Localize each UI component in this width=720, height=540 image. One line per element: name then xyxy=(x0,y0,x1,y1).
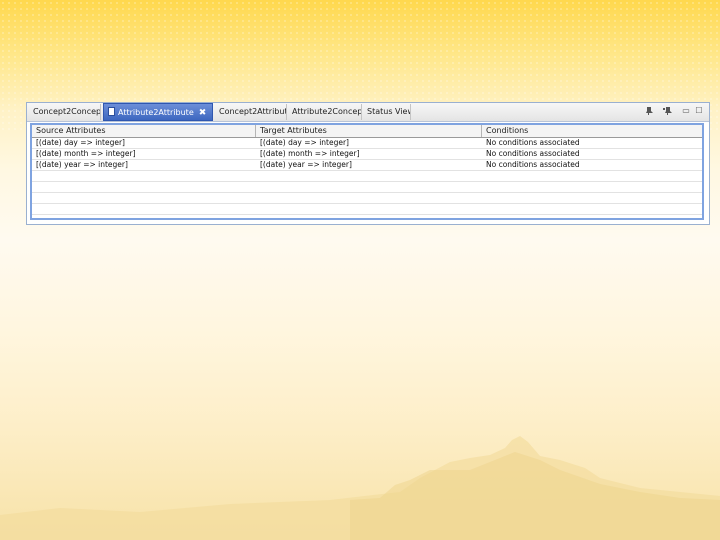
source-cell: [(date) day => integer] xyxy=(36,138,125,147)
target-cell: [(date) year => integer] xyxy=(260,160,352,169)
editor-panel: Concept2Concept Attribute2Attribute ✖ Con… xyxy=(26,102,710,225)
column-header-conditions[interactable]: Conditions xyxy=(482,125,702,137)
close-icon[interactable]: ✖ xyxy=(199,105,207,120)
mapping-table: Source Attributes Target Attributes Cond… xyxy=(30,123,704,220)
tab-label: Attribute2Attribute xyxy=(118,108,194,117)
pin-alt-icon[interactable] xyxy=(663,106,673,116)
document-icon xyxy=(108,107,115,116)
conditions-cell: No conditions associated xyxy=(486,160,580,169)
table-row[interactable]: [(date) day => integer] [(date) day => i… xyxy=(32,138,702,149)
tab-attribute2concept[interactable]: Attribute2Concept xyxy=(288,104,362,120)
tab-attribute2attribute[interactable]: Attribute2Attribute ✖ xyxy=(103,103,213,121)
tab-status-view[interactable]: Status View xyxy=(363,104,411,120)
target-cell: [(date) day => integer] xyxy=(260,138,349,147)
column-header-target[interactable]: Target Attributes xyxy=(256,125,482,137)
conditions-cell: No conditions associated xyxy=(486,149,580,158)
tab-label: Status View xyxy=(367,107,411,116)
pin-icon[interactable] xyxy=(645,106,655,116)
tab-label: Concept2Concept xyxy=(33,107,101,116)
table-row-empty xyxy=(32,193,702,204)
maximize-icon[interactable]: ☐ xyxy=(694,106,704,116)
conditions-cell: No conditions associated xyxy=(486,138,580,147)
table-row-empty xyxy=(32,171,702,182)
building-silhouette xyxy=(0,436,720,540)
table-header: Source Attributes Target Attributes Cond… xyxy=(32,125,702,138)
table-row[interactable]: [(date) year => integer] [(date) year =>… xyxy=(32,160,702,171)
tab-concept2concept[interactable]: Concept2Concept xyxy=(29,104,101,120)
target-cell: [(date) month => integer] xyxy=(260,149,360,158)
tab-concept2attribute[interactable]: Concept2Attribute xyxy=(215,104,287,120)
table-row-empty xyxy=(32,182,702,193)
tab-label: Attribute2Concept xyxy=(292,107,362,116)
table-row[interactable]: [(date) month => integer] [(date) month … xyxy=(32,149,702,160)
tab-label: Concept2Attribute xyxy=(219,107,287,116)
source-cell: [(date) year => integer] xyxy=(36,160,128,169)
tab-bar: Concept2Concept Attribute2Attribute ✖ Con… xyxy=(27,103,709,122)
source-cell: [(date) month => integer] xyxy=(36,149,136,158)
minimize-icon[interactable]: ▭ xyxy=(681,106,691,116)
column-header-source[interactable]: Source Attributes xyxy=(32,125,256,137)
table-row-empty xyxy=(32,204,702,215)
